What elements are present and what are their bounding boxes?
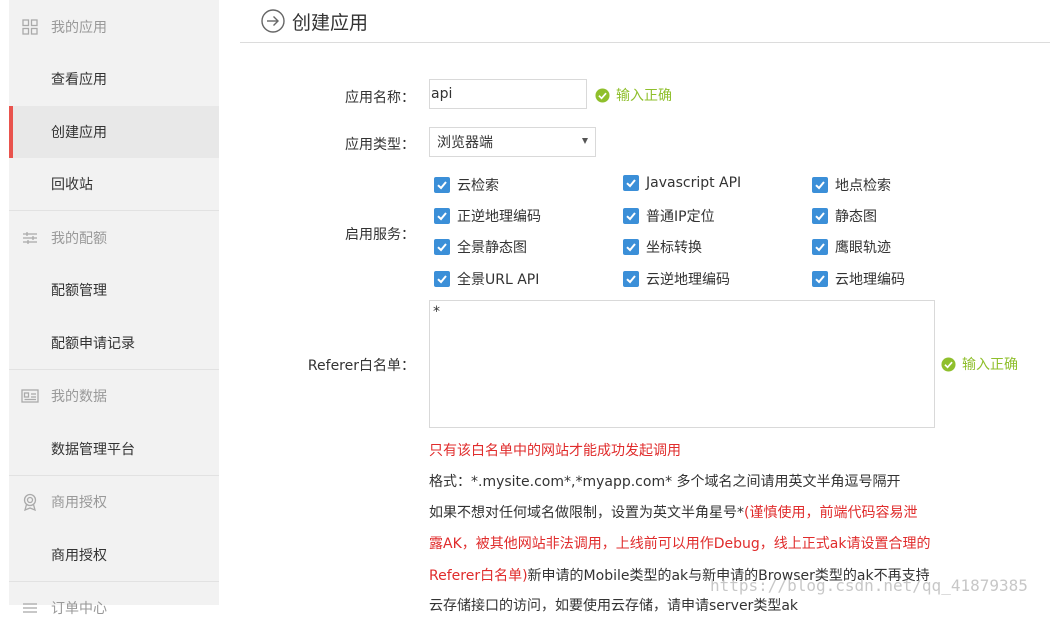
sidebar-item-commercial-license[interactable]: 商用授权 [9,529,219,581]
grid-icon [21,18,39,36]
checkbox-checked-icon [623,208,639,224]
service-label: 云地理编码 [835,272,905,288]
sidebar-group-label: 我的配额 [51,231,107,247]
chevron-down-icon [582,138,588,144]
page-header: 创建应用 [240,0,1050,43]
services-label: 启用服务： [345,227,415,243]
award-icon [21,493,39,511]
check-circle-icon [941,356,956,372]
service-checkbox-static-map[interactable]: 静态图 [812,206,877,226]
id-card-icon [21,387,39,405]
sidebar-group-my-apps[interactable]: 我的应用 [9,1,219,53]
checkbox-checked-icon [434,177,450,193]
referer-note-whitelist: 只有该白名单中的网站才能成功发起调用 [429,443,681,459]
service-checkbox-eagle-eye[interactable]: 鹰眼轨迹 [812,237,891,257]
app-type-selected: 浏览器端 [437,135,493,151]
sidebar-divider [9,210,219,211]
sidebar-group-my-data[interactable]: 我的数据 [9,370,219,422]
checkbox-checked-icon [434,239,450,255]
sidebar-group-commercial[interactable]: 商用授权 [9,476,219,528]
referer-note-warning: 露AK，被其他网站非法调用，上线前可以用作Debug，线上正式ak请设置合理的 [429,536,931,552]
sidebar-item-create-app[interactable]: 创建应用 [9,106,219,158]
checkbox-checked-icon [812,271,828,287]
service-checkbox-javascript-api[interactable]: Javascript API [623,175,741,191]
note-warning-text: (谨慎使用，前端代码容易泄 [744,505,918,521]
sidebar-item-label: 创建应用 [51,125,107,141]
sidebar-item-view-apps[interactable]: 查看应用 [9,53,219,105]
checkbox-checked-icon [623,271,639,287]
service-label: 全景静态图 [457,240,527,256]
checkbox-checked-icon [812,177,828,193]
service-checkbox-ip-location[interactable]: 普通IP定位 [623,206,715,226]
app-name-label: 应用名称： [345,90,415,106]
sidebar-group-label: 我的数据 [51,389,107,405]
sidebar-group-label: 订单中心 [51,601,107,617]
service-label: 正逆地理编码 [457,209,541,225]
sidebar-item-label: 数据管理平台 [51,442,135,458]
referer-label: Referer白名单： [307,358,415,374]
sidebar-item-data-platform[interactable]: 数据管理平台 [9,423,219,475]
referer-note-cloud-storage: 云存储接口的访问，如要使用云存储，请申请server类型ak [429,598,799,614]
sidebar-group-label: 商用授权 [51,495,107,511]
sidebar-item-recycle-bin[interactable]: 回收站 [9,158,219,210]
check-circle-icon [595,87,610,103]
checkbox-checked-icon [434,208,450,224]
checkbox-checked-icon [434,271,450,287]
watermark-text: https://blog.csdn.net/qq_41879385 [710,576,1028,595]
sidebar-item-label: 查看应用 [51,72,107,88]
checkbox-checked-icon [623,239,639,255]
sidebar-item-quota-manage[interactable]: 配额管理 [9,264,219,316]
checkbox-checked-icon [812,239,828,255]
list-icon [21,599,39,617]
checkbox-checked-icon [623,175,639,191]
sidebar-item-label: 回收站 [51,177,93,193]
referer-textarea[interactable]: * [429,300,935,428]
arrow-right-circle-icon [261,9,285,33]
app-name-valid-hint: 输入正确 [595,85,672,105]
note-text: 如果不想对任何域名做限制，设置为英文半角星号* [429,505,744,521]
service-label: 地点检索 [835,178,891,194]
service-label: Javascript API [646,175,742,191]
sidebar-group-label: 我的应用 [51,20,107,36]
service-label: 云检索 [457,178,499,194]
referer-valid-hint: 输入正确 [941,354,1018,374]
sidebar: 我的应用 查看应用 创建应用 回收站 我的配额 配额管理 配额申请记录 我的数据… [9,0,219,617]
service-checkbox-place-search[interactable]: 地点检索 [812,175,891,195]
referer-note-wildcard: 如果不想对任何域名做限制，设置为英文半角星号*(谨慎使用，前端代码容易泄 [429,502,917,522]
service-checkbox-cloud-reverse-geocoding[interactable]: 云逆地理编码 [623,269,730,289]
page-title: 创建应用 [292,11,369,34]
service-checkbox-panorama-static[interactable]: 全景静态图 [434,237,527,257]
sidebar-item-label: 配额申请记录 [51,336,135,352]
service-label: 静态图 [835,209,877,225]
service-checkbox-panorama-url[interactable]: 全景URL API [434,269,539,289]
app-name-input[interactable] [429,79,587,109]
service-label: 云逆地理编码 [646,272,730,288]
app-type-select[interactable]: 浏览器端 [429,127,596,157]
note-warning-text: Referer白名单) [429,568,528,584]
service-checkbox-cloud-geocoding[interactable]: 云地理编码 [812,269,905,289]
sidebar-group-orders[interactable]: 订单中心 [9,582,219,634]
service-checkbox-cloud-search[interactable]: 云检索 [434,175,499,195]
service-label: 坐标转换 [646,240,702,256]
service-label: 鹰眼轨迹 [835,240,891,256]
sidebar-group-my-quota[interactable]: 我的配额 [9,212,219,264]
service-label: 全景URL API [457,272,540,288]
service-checkbox-geocoding[interactable]: 正逆地理编码 [434,206,541,226]
sidebar-item-quota-records[interactable]: 配额申请记录 [9,317,219,369]
sliders-icon [21,229,39,247]
service-checkbox-coord-convert[interactable]: 坐标转换 [623,237,702,257]
checkbox-checked-icon [812,208,828,224]
sidebar-item-label: 商用授权 [51,548,107,564]
validation-text: 输入正确 [616,88,672,104]
app-type-label: 应用类型： [345,137,415,153]
validation-text: 输入正确 [962,357,1018,373]
service-label: 普通IP定位 [646,209,715,225]
sidebar-item-label: 配额管理 [51,283,107,299]
referer-note-format: 格式：*.mysite.com*,*myapp.com* 多个域名之间请用英文半… [429,474,901,490]
